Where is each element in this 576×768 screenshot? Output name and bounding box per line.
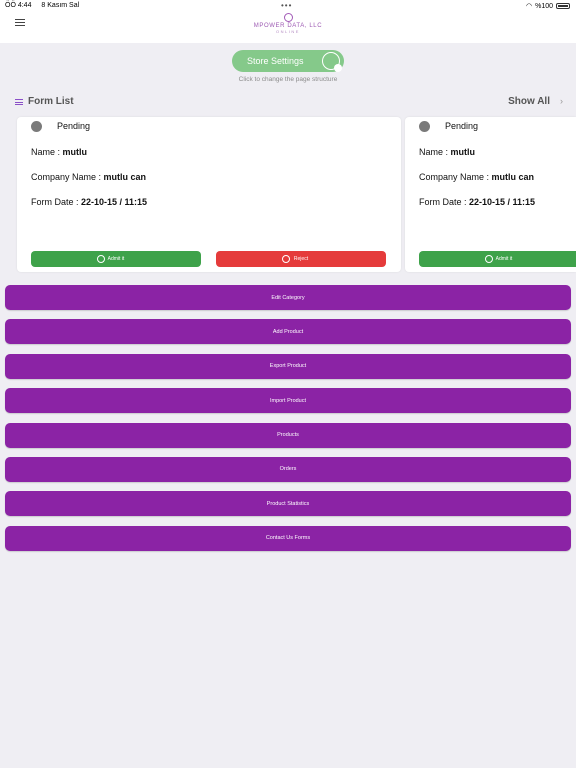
- store-settings-hint: Click to change the page structure: [238, 76, 338, 83]
- company-label: Company Name :: [419, 172, 492, 182]
- contact-us-forms-button[interactable]: Contact Us Forms: [5, 525, 571, 551]
- top-bar: ÖÖ 4:44 8 Kasım Sal ••• ◠ %100 MPOWER DA…: [0, 0, 576, 43]
- date-label: Form Date :: [419, 197, 470, 207]
- product-statistics-button[interactable]: Product Statistics: [5, 491, 571, 517]
- name-label: Name :: [31, 147, 63, 157]
- admit-label: Admit it: [495, 256, 513, 262]
- battery-icon: [556, 3, 570, 9]
- form-card: Pending Name : mutlu Company Name : mutl…: [405, 117, 576, 272]
- orders-button[interactable]: Orders: [5, 456, 571, 482]
- check-circle-icon: [97, 255, 105, 263]
- company-value: mutlu can: [103, 172, 147, 182]
- chevron-right-icon[interactable]: ›: [560, 96, 563, 106]
- show-all-link[interactable]: Show All: [508, 96, 550, 107]
- form-card: Pending Name : mutlu Company Name : mutl…: [17, 117, 401, 272]
- status-dot-icon: [31, 121, 42, 132]
- name-value: mutlu: [62, 147, 88, 157]
- store-settings-label: Store Settings: [247, 56, 304, 66]
- edit-category-button[interactable]: Edit Category: [5, 285, 571, 310]
- form-list-title: Form List: [28, 96, 74, 107]
- company-value: mutlu can: [491, 172, 535, 182]
- status-time: ÖÖ 4:44: [5, 2, 32, 9]
- form-date-field: Form Date : 22-10-15 / 11:15: [419, 197, 535, 207]
- form-date-field: Form Date : 22-10-15 / 11:15: [31, 197, 147, 207]
- export-product-button[interactable]: Export Product: [5, 353, 571, 379]
- date-label: Form Date :: [31, 197, 82, 207]
- app-logo: MPOWER DATA, LLC ONLINE: [238, 13, 338, 34]
- admit-label: Admit it: [107, 256, 125, 262]
- form-status: Pending: [445, 121, 479, 131]
- date-value: 22-10-15 / 11:15: [81, 197, 148, 207]
- date-value: 22-10-15 / 11:15: [469, 197, 536, 207]
- status-bar-right: ◠ %100: [526, 2, 570, 10]
- add-product-button[interactable]: Add Product: [5, 319, 571, 345]
- wifi-icon: ◠: [525, 3, 533, 10]
- company-label: Company Name :: [31, 172, 104, 182]
- hamburger-icon[interactable]: [15, 19, 25, 26]
- status-date: 8 Kasım Sal: [41, 2, 80, 9]
- form-status: Pending: [57, 121, 91, 131]
- close-circle-icon: [282, 255, 290, 263]
- admit-button[interactable]: Admit it: [419, 251, 576, 267]
- multitask-dots[interactable]: •••: [281, 1, 292, 10]
- admit-button[interactable]: Admit it: [31, 251, 201, 267]
- check-circle-icon: [485, 255, 493, 263]
- logo-mark-icon: [283, 13, 293, 22]
- store-settings-button[interactable]: Store Settings: [232, 50, 344, 72]
- form-name-field: Name : mutlu: [31, 147, 87, 157]
- products-button[interactable]: Products: [5, 422, 571, 448]
- import-product-button[interactable]: Import Product: [5, 388, 571, 414]
- action-list: Edit Category Add Product Export Product…: [5, 285, 571, 560]
- name-label: Name :: [419, 147, 451, 157]
- form-name-field: Name : mutlu: [419, 147, 475, 157]
- battery-percent: %100: [535, 2, 553, 10]
- form-company-field: Company Name : mutlu can: [31, 172, 146, 182]
- reject-button[interactable]: Reject: [216, 251, 386, 267]
- name-value: mutlu: [450, 147, 476, 157]
- store-settings-icon: [322, 52, 342, 72]
- form-company-field: Company Name : mutlu can: [419, 172, 534, 182]
- status-dot-icon: [419, 121, 430, 132]
- logo-subtext: ONLINE: [276, 29, 300, 34]
- status-bar-left: ÖÖ 4:44 8 Kasım Sal: [5, 2, 87, 9]
- form-list-header: Form List Show All ›: [15, 96, 563, 110]
- reject-label: Reject: [293, 256, 309, 262]
- list-icon: [15, 99, 23, 105]
